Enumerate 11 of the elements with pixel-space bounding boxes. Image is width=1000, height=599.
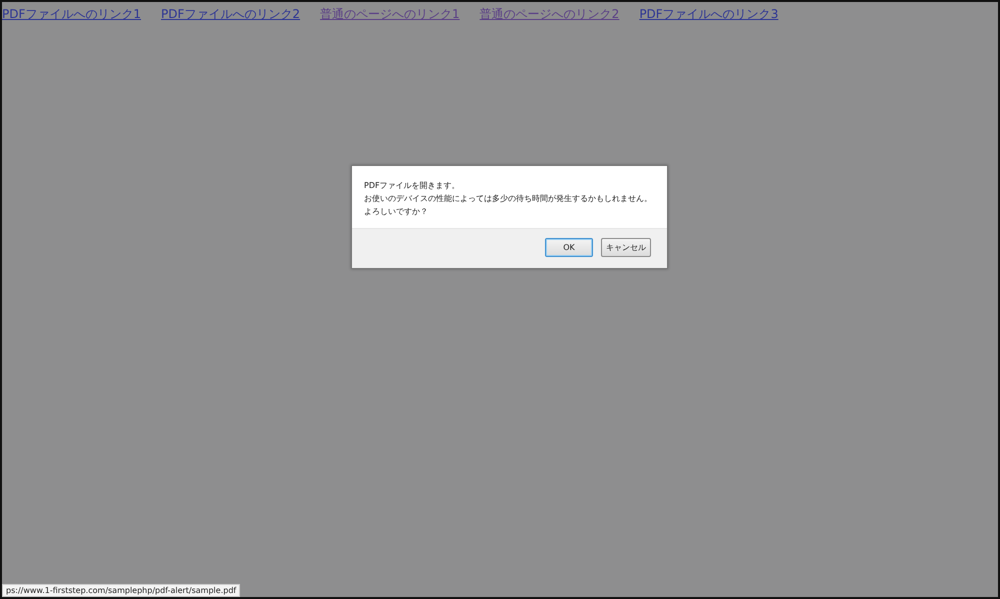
- dialog-button[interactable]: OK: [545, 238, 593, 257]
- page-link[interactable]: 普通のページへのリンク2: [480, 6, 620, 23]
- dialog-message: PDFファイルを開きます。: [364, 180, 461, 192]
- page-link[interactable]: PDFファイルへのリンク1: [2, 6, 142, 23]
- dialog-message: お使いのデバイスの性能によっては多少の待ち時間が発生するかもしれません。: [364, 193, 653, 205]
- page-link[interactable]: PDFファイルへのリンク3: [639, 6, 778, 23]
- page-link[interactable]: PDFファイルへのリンク2: [161, 6, 300, 23]
- dialog-button[interactable]: キャンセル: [601, 238, 651, 257]
- page-link[interactable]: 普通のページへのリンク1: [320, 6, 460, 23]
- status-bar-url: ps://www.1-firststep.com/samplephp/pdf-alert/sample.pdf: [2, 584, 240, 597]
- dialog-message: よろしいですか？: [364, 206, 429, 218]
